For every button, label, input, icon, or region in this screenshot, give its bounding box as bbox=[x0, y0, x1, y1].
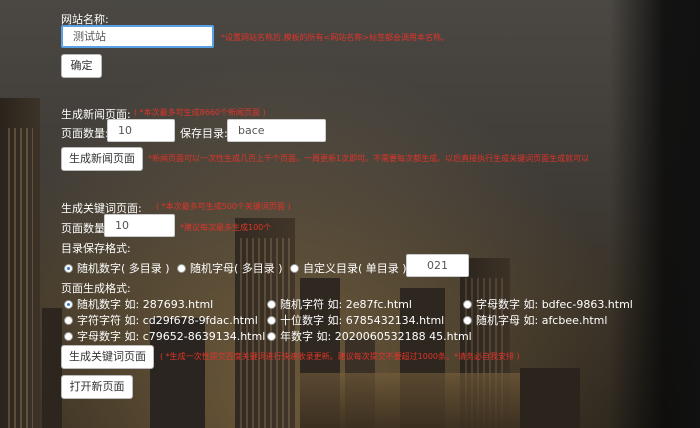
keyword-count-input[interactable]: 10 bbox=[104, 214, 175, 237]
news-count-label: 页面数量: bbox=[61, 127, 109, 140]
page-format-option[interactable]: 十位数字 如: 6785432134.html bbox=[267, 312, 444, 328]
open-new-page-button[interactable]: 打开新页面 bbox=[61, 375, 133, 399]
confirm-button[interactable]: 确定 bbox=[61, 54, 102, 78]
dir-option-custom[interactable]: 自定义目录( 单目录 ) bbox=[290, 260, 407, 276]
page-format-option-label: 十位数字 如: 6785432134.html bbox=[280, 314, 445, 327]
page-format-option[interactable]: 随机数字 如: 287693.html bbox=[64, 296, 213, 312]
page-format-option-label: 字符字符 如: cd29f678-9fdac.html bbox=[77, 314, 258, 327]
dir-option-label: 自定义目录( 单目录 ) bbox=[303, 262, 407, 275]
dir-format-label: 目录保存格式: bbox=[61, 242, 131, 255]
site-name-hint: *设置网站名称后,模板的所有<网站名称>标签都会调用本名称。 bbox=[221, 33, 449, 42]
page-format-option[interactable]: 年数字 如: 2020060532188 45.html bbox=[267, 328, 472, 344]
keyword-count-hint: *建议每次最多生成100个 bbox=[180, 223, 272, 232]
news-limit-hint: ( *本次最多可生成8660个新闻页面 ) bbox=[134, 108, 266, 117]
dir-option-random-number[interactable]: 随机数字( 多目录 ) bbox=[64, 260, 170, 276]
dir-option-label: 随机数字( 多目录 ) bbox=[77, 262, 170, 275]
site-name-input[interactable]: 测试站 bbox=[61, 25, 214, 48]
radio-icon[interactable] bbox=[177, 263, 186, 273]
news-dir-input[interactable]: bace bbox=[227, 119, 326, 142]
radio-icon[interactable] bbox=[267, 331, 276, 341]
radio-icon[interactable] bbox=[267, 315, 276, 325]
radio-icon[interactable] bbox=[64, 331, 73, 341]
page-format-option-label: 随机字符 如: 2e87fc.html bbox=[280, 298, 412, 311]
keyword-button-hint: ( *生成一次性提交百度关键词进行快速收录更新。建议每次提交不要超过1000条。… bbox=[160, 352, 520, 361]
dir-option-label: 随机字母( 多目录 ) bbox=[190, 262, 283, 275]
page-format-option-label: 随机字母 如: afcbee.html bbox=[476, 314, 608, 327]
page-format-option-label: 字母数字 如: bdfec-9863.html bbox=[476, 298, 633, 311]
news-count-input[interactable]: 10 bbox=[107, 119, 175, 142]
radio-icon[interactable] bbox=[64, 315, 73, 325]
radio-icon[interactable] bbox=[64, 299, 73, 309]
radio-icon[interactable] bbox=[463, 315, 472, 325]
radio-icon[interactable] bbox=[463, 299, 472, 309]
page-format-option-label: 字母数字 如: c79652-8639134.html bbox=[77, 330, 266, 343]
generate-keyword-button[interactable]: 生成关键词页面 bbox=[61, 345, 154, 369]
news-button-hint: *新闻页面可以一次性生成几百上千个页面。一周更新1次即可。不需要每次都生成。以后… bbox=[148, 154, 590, 163]
page-format-option-label: 随机数字 如: 287693.html bbox=[77, 298, 214, 311]
page-format-label: 页面生成格式: bbox=[61, 282, 131, 295]
generate-news-button[interactable]: 生成新闻页面 bbox=[61, 147, 143, 171]
radio-icon[interactable] bbox=[267, 299, 276, 309]
page-format-option[interactable]: 随机字符 如: 2e87fc.html bbox=[267, 296, 412, 312]
page-format-option[interactable]: 字母数字 如: bdfec-9863.html bbox=[463, 296, 633, 312]
page-format-option[interactable]: 字母数字 如: c79652-8639134.html bbox=[64, 328, 265, 344]
page-format-option[interactable]: 字符字符 如: cd29f678-9fdac.html bbox=[64, 312, 258, 328]
custom-dir-input[interactable]: 021 bbox=[406, 254, 469, 277]
news-dir-label: 保存目录: bbox=[180, 127, 228, 140]
keyword-limit-hint: ( *本次最多可生成500个关键词页面 ) bbox=[156, 202, 291, 211]
radio-icon[interactable] bbox=[64, 263, 73, 273]
dir-option-random-letter[interactable]: 随机字母( 多目录 ) bbox=[177, 260, 283, 276]
page-format-option[interactable]: 随机字母 如: afcbee.html bbox=[463, 312, 607, 328]
page-format-option-label: 年数字 如: 2020060532188 45.html bbox=[280, 330, 472, 343]
radio-icon[interactable] bbox=[290, 263, 299, 273]
keyword-count-label: 页面数量: bbox=[61, 222, 109, 235]
